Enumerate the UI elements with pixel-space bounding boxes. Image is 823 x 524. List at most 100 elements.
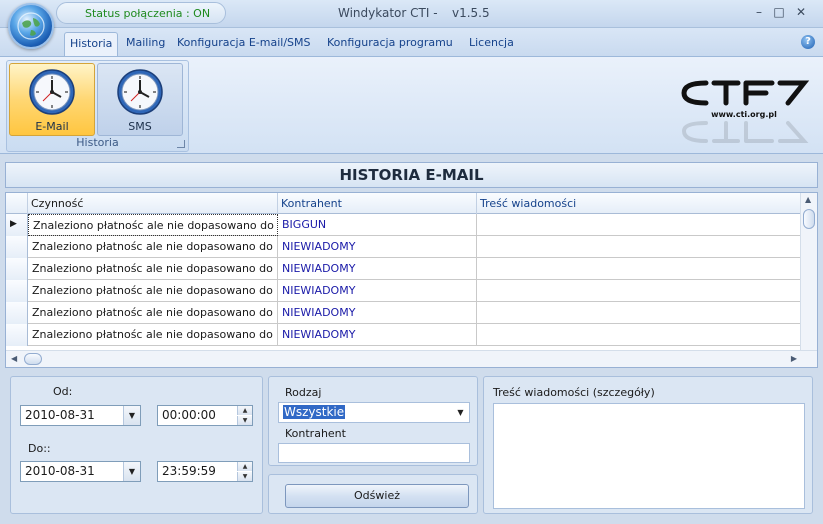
chevron-down-icon[interactable]: ▼ <box>123 406 140 425</box>
clock-icon <box>29 69 75 115</box>
connection-status-label: Status połączenia : ON <box>85 7 211 20</box>
cell-message[interactable] <box>477 258 801 280</box>
app-menu-orb-icon[interactable] <box>8 3 54 49</box>
cell-action[interactable]: Znaleziono płatnośc ale nie dopasowano d… <box>28 302 278 324</box>
scroll-up-icon[interactable]: ▲ <box>805 195 811 204</box>
scroll-right-icon[interactable]: ▶ <box>791 354 797 363</box>
cell-contractor[interactable]: BIGGUN <box>278 214 477 236</box>
vertical-scroll-thumb[interactable] <box>803 209 815 229</box>
row-selector[interactable] <box>6 236 28 258</box>
table-row[interactable]: Znaleziono płatnośc ale nie dopasowano d… <box>6 280 801 302</box>
tab-historia[interactable]: Historia <box>64 32 119 56</box>
cell-action[interactable]: Znaleziono płatnośc ale nie dopasowano d… <box>28 280 278 302</box>
cell-message[interactable] <box>477 236 801 258</box>
chevron-down-icon[interactable]: ▼ <box>123 462 140 481</box>
sms-history-button[interactable]: SMS <box>97 63 183 136</box>
cell-contractor[interactable]: NIEWIADOMY <box>278 280 477 302</box>
ribbon-tab-row: Historia Mailing Konfiguracja E-mail/SMS… <box>0 28 823 56</box>
tab-konfiguracja-email-sms[interactable]: Konfiguracja E-mail/SMS <box>172 32 316 56</box>
window-title: Windykator CTI - <box>338 6 438 20</box>
column-header-kontrahent[interactable]: Kontrahent <box>278 193 477 214</box>
spin-up-icon[interactable]: ▲ <box>237 406 252 415</box>
spin-up-icon[interactable]: ▲ <box>237 462 252 471</box>
help-icon[interactable]: ? <box>801 35 815 49</box>
cell-message[interactable] <box>477 214 801 236</box>
connection-status: Status połączenia : ON <box>56 2 226 24</box>
type-label: Rodzaj <box>285 386 322 399</box>
history-grid: Czynność Kontrahent Treść wiadomości ▶ Z… <box>5 192 818 368</box>
ribbon-group-label: Historia <box>76 136 119 149</box>
table-row[interactable]: Znaleziono płatnośc ale nie dopasowano d… <box>6 302 801 324</box>
to-label: Do:: <box>28 442 51 455</box>
to-time-spinner[interactable]: 23:59:59 ▲ ▼ <box>157 461 253 482</box>
column-header-czynnosc[interactable]: Czynność <box>28 193 278 214</box>
grid-header: Czynność Kontrahent Treść wiadomości <box>6 193 817 214</box>
cell-action[interactable]: Znaleziono płatnośc ale nie dopasowano d… <box>28 214 278 236</box>
contractor-label: Kontrahent <box>285 427 346 440</box>
from-date-picker[interactable]: 2010-08-31 ▼ <box>20 405 141 426</box>
cell-message[interactable] <box>477 324 801 346</box>
tab-konfiguracja-programu[interactable]: Konfiguracja programu <box>322 32 458 56</box>
refresh-panel: Odśwież <box>268 474 478 514</box>
clock-icon <box>117 69 163 115</box>
table-row[interactable]: Znaleziono płatnośc ale nie dopasowano d… <box>6 258 801 280</box>
title-bar: Status połączenia : ON Windykator CTI - … <box>0 0 823 28</box>
row-selector[interactable] <box>6 280 28 302</box>
email-button-label: E-Mail <box>35 120 69 133</box>
page-title: HISTORIA E-MAIL <box>5 162 818 188</box>
cell-action[interactable]: Znaleziono płatnośc ale nie dopasowano d… <box>28 236 278 258</box>
cti-logo: www.cti.org.pl <box>676 73 812 143</box>
horizontal-scroll-thumb[interactable] <box>24 353 42 365</box>
ribbon-group-historia: E-Mail SMS Historia <box>6 60 189 152</box>
horizontal-scrollbar[interactable]: ◀ ▶ <box>6 350 817 367</box>
from-time-value: 00:00:00 <box>162 408 216 422</box>
table-row[interactable]: Znaleziono płatnośc ale nie dopasowano d… <box>6 236 801 258</box>
type-filter-panel: Rodzaj Wszystkie ▼ Kontrahent <box>268 376 478 466</box>
scroll-left-icon[interactable]: ◀ <box>11 354 17 363</box>
cell-contractor[interactable]: NIEWIADOMY <box>278 324 477 346</box>
to-time-value: 23:59:59 <box>162 464 216 478</box>
cell-contractor[interactable]: NIEWIADOMY <box>278 236 477 258</box>
sms-button-label: SMS <box>128 120 152 133</box>
row-selector-arrow-icon[interactable]: ▶ <box>6 214 28 236</box>
logo-url: www.cti.org.pl <box>711 110 777 119</box>
details-label: Treść wiadomości (szczegóły) <box>493 386 655 399</box>
cell-message[interactable] <box>477 302 801 324</box>
row-selector[interactable] <box>6 258 28 280</box>
maximize-button[interactable]: □ <box>771 4 787 20</box>
table-row[interactable]: ▶ Znaleziono płatnośc ale nie dopasowano… <box>6 214 801 236</box>
from-date-value: 2010-08-31 <box>25 408 95 422</box>
row-selector[interactable] <box>6 302 28 324</box>
row-selector-header <box>6 193 28 214</box>
cell-contractor[interactable]: NIEWIADOMY <box>278 302 477 324</box>
message-details-textarea[interactable] <box>493 403 805 509</box>
from-time-spinner[interactable]: 00:00:00 ▲ ▼ <box>157 405 253 426</box>
cell-contractor[interactable]: NIEWIADOMY <box>278 258 477 280</box>
spin-down-icon[interactable]: ▼ <box>237 472 252 481</box>
cell-action[interactable]: Znaleziono płatnośc ale nie dopasowano d… <box>28 324 278 346</box>
minimize-button[interactable]: – <box>751 4 767 20</box>
tab-licencja[interactable]: Licencja <box>464 32 519 56</box>
details-panel: Treść wiadomości (szczegóły) <box>483 376 813 514</box>
cell-action[interactable]: Znaleziono płatnośc ale nie dopasowano d… <box>28 258 278 280</box>
column-header-tresc[interactable]: Treść wiadomości <box>477 193 801 214</box>
spin-down-icon[interactable]: ▼ <box>237 416 252 425</box>
cell-message[interactable] <box>477 280 801 302</box>
to-date-value: 2010-08-31 <box>25 464 95 478</box>
row-selector[interactable] <box>6 324 28 346</box>
contractor-input[interactable] <box>278 443 470 463</box>
refresh-button[interactable]: Odśwież <box>285 484 469 508</box>
from-label: Od: <box>53 385 73 398</box>
close-button[interactable]: ✕ <box>793 4 809 20</box>
vertical-scrollbar[interactable]: ▲ <box>800 193 817 350</box>
app-version: v1.5.5 <box>452 6 490 20</box>
tab-mailing[interactable]: Mailing <box>121 32 170 56</box>
dialog-launcher-icon[interactable] <box>177 140 185 148</box>
globe-icon <box>17 12 45 40</box>
type-select[interactable]: Wszystkie ▼ <box>278 402 470 423</box>
email-history-button[interactable]: E-Mail <box>9 63 95 136</box>
type-select-value: Wszystkie <box>283 405 346 419</box>
table-row[interactable]: Znaleziono płatnośc ale nie dopasowano d… <box>6 324 801 346</box>
to-date-picker[interactable]: 2010-08-31 ▼ <box>20 461 141 482</box>
chevron-down-icon[interactable]: ▼ <box>452 403 469 422</box>
